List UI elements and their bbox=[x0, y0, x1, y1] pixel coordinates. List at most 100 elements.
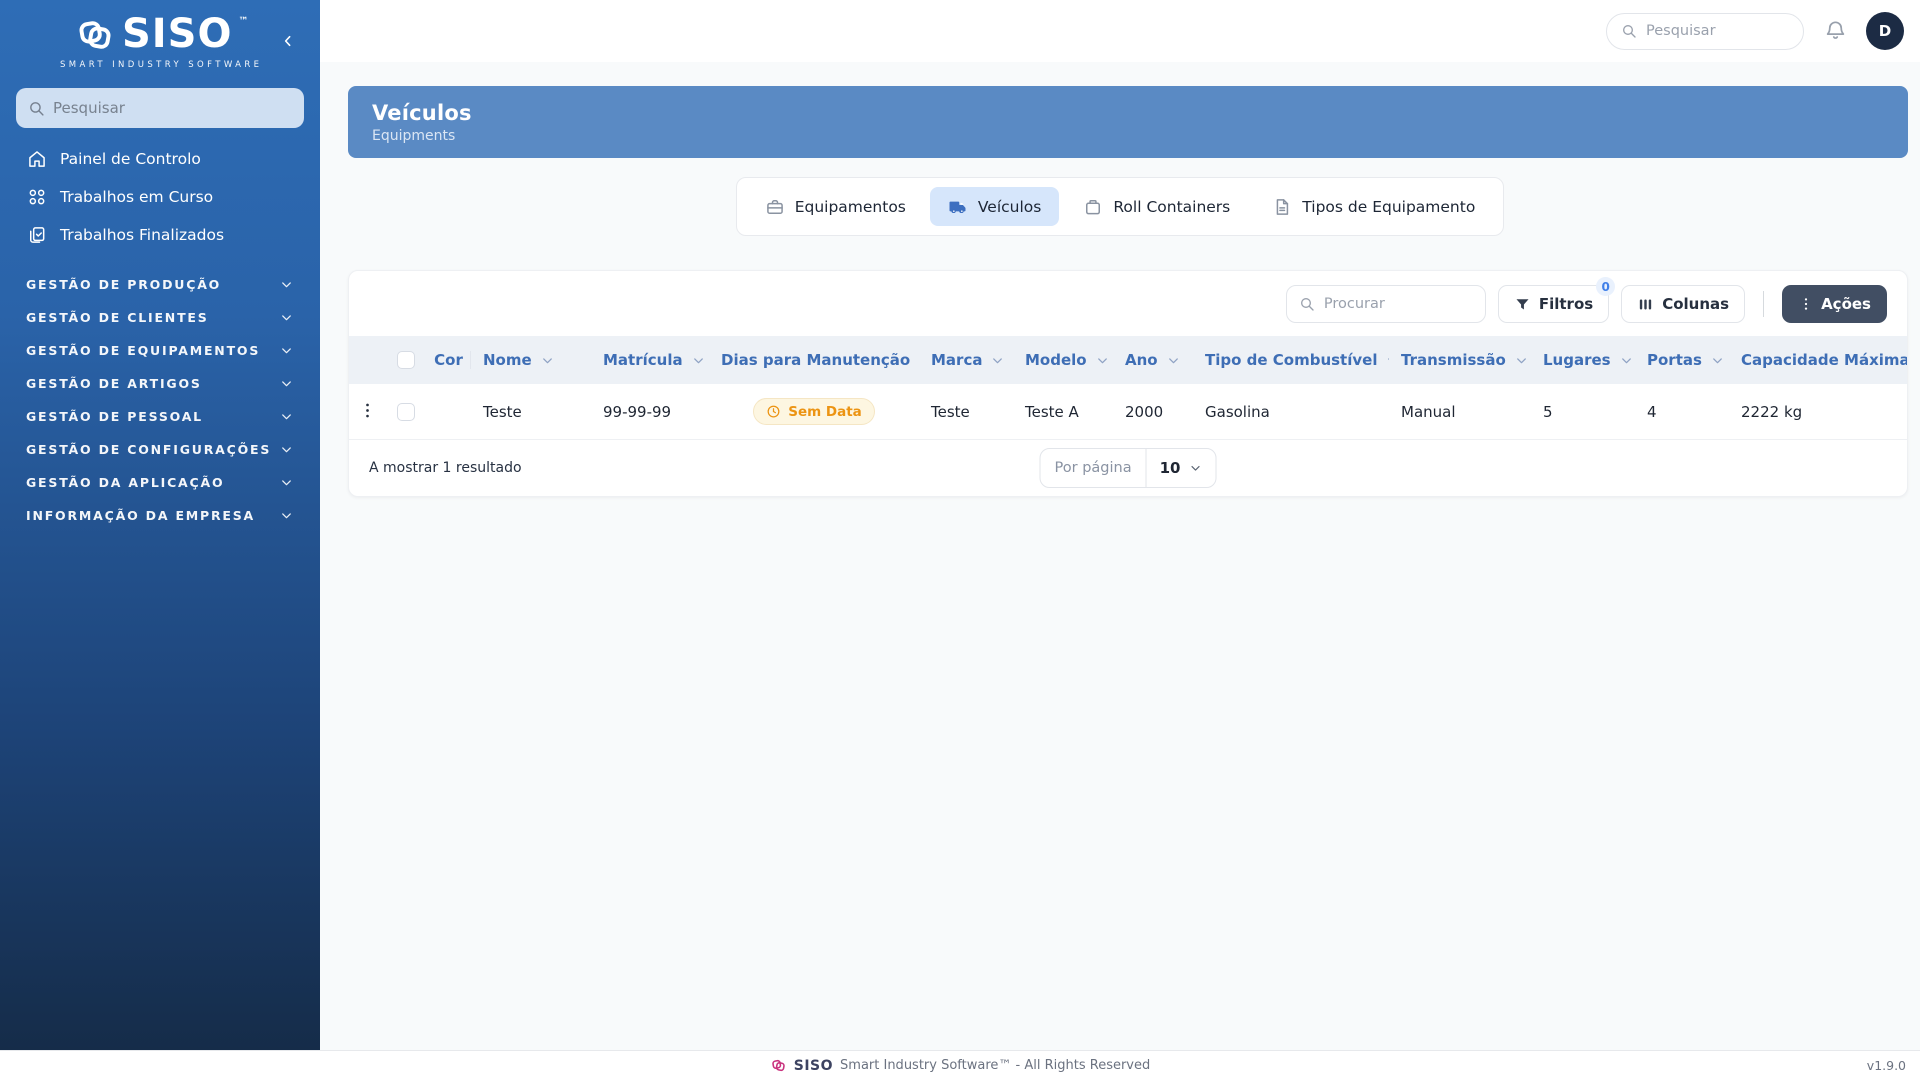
topbar-search-input[interactable] bbox=[1646, 23, 1789, 39]
cell-tipo-de-combustivel: Gasolina bbox=[1205, 402, 1270, 421]
user-avatar[interactable]: D bbox=[1866, 12, 1904, 50]
sidebar-section-gestao-da-aplicacao[interactable]: GESTÃO DA APLICAÇÃO bbox=[0, 466, 320, 499]
sidebar-section-gestao-de-producao[interactable]: GESTÃO DE PRODUÇÃO bbox=[0, 268, 320, 301]
chevron-down-icon bbox=[1188, 461, 1202, 475]
chevron-down-icon bbox=[279, 277, 294, 292]
table-body: Teste 99-99-99 Sem Data Teste Teste A 2000 Gas… bbox=[349, 384, 1907, 440]
column-header-capacidade-maxima[interactable]: Capacidade Máxima bbox=[1729, 351, 1907, 369]
sidebar-search-input[interactable] bbox=[53, 99, 292, 117]
tab-tipos-de-equipamento[interactable]: Tipos de Equipamento bbox=[1254, 187, 1493, 226]
column-header-label: Transmissão bbox=[1401, 351, 1506, 369]
table-search-input[interactable] bbox=[1323, 296, 1473, 312]
footer-copyright: Smart Industry Software™ - All Rights Re… bbox=[840, 1058, 1151, 1073]
columns-button[interactable]: Colunas bbox=[1621, 285, 1746, 323]
row-menu-button[interactable] bbox=[355, 400, 379, 424]
column-header-label: Matrícula bbox=[603, 351, 683, 369]
table-search bbox=[1285, 285, 1486, 323]
cell-lugares: 5 bbox=[1543, 402, 1553, 421]
topbar: D bbox=[320, 0, 1920, 62]
main-content: D Veículos Equipments Equipamentos Veícul… bbox=[320, 0, 1920, 1050]
filters-button[interactable]: Filtros 0 bbox=[1497, 277, 1616, 323]
sidebar-item-trabalhos-finalizados[interactable]: Trabalhos Finalizados bbox=[0, 216, 320, 254]
sidebar-section-label: GESTÃO DA APLICAÇÃO bbox=[26, 475, 225, 490]
toolbar-divider bbox=[1763, 291, 1765, 317]
sidebar-section-gestao-de-pessoal[interactable]: GESTÃO DE PESSOAL bbox=[0, 400, 320, 433]
sidebar-section-label: GESTÃO DE EQUIPAMENTOS bbox=[26, 343, 261, 358]
tab-equipamentos[interactable]: Equipamentos bbox=[747, 187, 924, 226]
column-header-matricula[interactable]: Matrícula bbox=[591, 351, 709, 369]
column-header-transmissao[interactable]: Transmissão bbox=[1389, 351, 1531, 369]
siso-logo-icon bbox=[74, 14, 116, 56]
column-header-dias-para-manutencao[interactable]: Dias para Manutenção bbox=[709, 351, 919, 369]
sidebar-section-gestao-de-artigos[interactable]: GESTÃO DE ARTIGOS bbox=[0, 367, 320, 400]
row-checkbox[interactable] bbox=[397, 402, 415, 421]
container-icon bbox=[1083, 197, 1103, 217]
sidebar-item-trabalhos-em-curso[interactable]: Trabalhos em Curso bbox=[0, 178, 320, 216]
file-icon bbox=[1272, 197, 1292, 217]
sidebar-item-painel-de-controlo[interactable]: Painel de Controlo bbox=[0, 140, 320, 178]
chevron-down-icon bbox=[279, 310, 294, 325]
tab-label: Veículos bbox=[977, 197, 1042, 216]
column-header-nome[interactable]: Nome bbox=[471, 351, 591, 369]
cell-matricula: 99-99-99 bbox=[603, 402, 672, 421]
sidebar-section-label: GESTÃO DE CLIENTES bbox=[26, 310, 209, 325]
sidebar-section-gestao-de-clientes[interactable]: GESTÃO DE CLIENTES bbox=[0, 301, 320, 334]
column-header-label: Dias para Manutenção bbox=[721, 351, 911, 369]
column-header-marca[interactable]: Marca bbox=[919, 351, 1013, 369]
sort-chevron-icon bbox=[1095, 353, 1110, 368]
column-header-lugares[interactable]: Lugares bbox=[1531, 351, 1635, 369]
sidebar-section-gestao-de-equipamentos[interactable]: GESTÃO DE EQUIPAMENTOS bbox=[0, 334, 320, 367]
page-header-banner: Veículos Equipments bbox=[348, 86, 1908, 158]
select-all-checkbox[interactable] bbox=[397, 351, 415, 369]
cell-transmissao: Manual bbox=[1401, 402, 1456, 421]
per-page-control: Por página 10 bbox=[1039, 448, 1217, 488]
chevron-down-icon bbox=[279, 475, 294, 490]
topbar-search bbox=[1606, 12, 1804, 50]
per-page-select[interactable]: 10 bbox=[1145, 449, 1216, 487]
dots-vertical-icon bbox=[1798, 296, 1814, 312]
table-header-row: Cor Nome Matrícula Dias para Manutenção Marc… bbox=[349, 336, 1907, 384]
sidebar-section-gestao-de-configuracoes[interactable]: GESTÃO DE CONFIGURAÇÕES bbox=[0, 433, 320, 466]
sidebar-section-label: GESTÃO DE PESSOAL bbox=[26, 409, 203, 424]
filters-label: Filtros bbox=[1538, 295, 1594, 313]
search-icon bbox=[1299, 296, 1315, 312]
clipboard-check-icon bbox=[27, 225, 47, 245]
brand-name: SISO bbox=[121, 11, 233, 57]
actions-label: Ações bbox=[1821, 295, 1871, 313]
search-icon bbox=[1621, 23, 1637, 39]
sort-chevron-icon bbox=[1166, 353, 1181, 368]
sidebar-item-label: Trabalhos Finalizados bbox=[60, 226, 225, 244]
tab-veiculos[interactable]: Veículos bbox=[929, 187, 1060, 226]
actions-button[interactable]: Ações bbox=[1782, 285, 1887, 323]
column-header-ano[interactable]: Ano bbox=[1113, 351, 1193, 369]
column-header-label: Portas bbox=[1647, 351, 1702, 369]
app-version: v1.9.0 bbox=[1866, 1058, 1906, 1073]
sidebar-section-informacao-da-empresa[interactable]: INFORMAÇÃO DA EMPRESA bbox=[0, 499, 320, 532]
tab-roll-containers[interactable]: Roll Containers bbox=[1065, 187, 1248, 226]
home-icon bbox=[27, 149, 47, 169]
tab-label: Equipamentos bbox=[794, 197, 906, 216]
sidebar-section-label: INFORMAÇÃO DA EMPRESA bbox=[26, 508, 256, 523]
column-header-modelo[interactable]: Modelo bbox=[1013, 351, 1113, 369]
sidebar-collapse-button[interactable] bbox=[274, 28, 302, 56]
equipment-tabs: Equipamentos Veículos Roll Containers Tipos… bbox=[735, 177, 1505, 236]
column-header-portas[interactable]: Portas bbox=[1635, 351, 1729, 369]
table-toolbar: Filtros 0 Colunas Ações bbox=[349, 271, 1907, 336]
badge-label: Sem Data bbox=[788, 403, 862, 420]
cell-capacidade-maxima: 2222 kg bbox=[1741, 402, 1803, 421]
tab-label: Tipos de Equipamento bbox=[1302, 197, 1476, 216]
sidebar-sections: GESTÃO DE PRODUÇÃO GESTÃO DE CLIENTES GEST… bbox=[0, 268, 320, 532]
page-subtitle: Equipments bbox=[372, 127, 456, 144]
column-header-tipo-de-combustivel[interactable]: Tipo de Combustível bbox=[1193, 351, 1389, 369]
sort-chevron-icon bbox=[1619, 353, 1634, 368]
sidebar-section-label: GESTÃO DE CONFIGURAÇÕES bbox=[26, 442, 272, 457]
page-title: Veículos bbox=[372, 100, 472, 125]
column-header-label: Cor bbox=[434, 351, 463, 369]
footer-brand: SISO bbox=[793, 1057, 834, 1074]
notifications-button[interactable] bbox=[1822, 18, 1848, 44]
column-header-label: Modelo bbox=[1025, 351, 1087, 369]
sidebar-item-label: Painel de Controlo bbox=[60, 150, 201, 168]
column-header-label: Tipo de Combustível bbox=[1205, 351, 1378, 369]
chevron-down-icon bbox=[279, 409, 294, 424]
brand-trademark: ™ bbox=[238, 16, 249, 27]
